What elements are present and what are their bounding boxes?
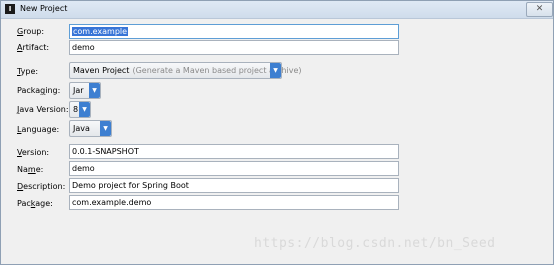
- watermark: https://blog.csdn.net/bn_Seed: [254, 236, 496, 251]
- chevron-down-icon: ▼: [89, 83, 100, 98]
- java-version-dropdown[interactable]: 8 ▼: [69, 101, 91, 118]
- version-label: Version:: [17, 148, 50, 157]
- title-bar: I New Project ✕: [1, 1, 553, 19]
- chevron-down-icon: ▼: [100, 121, 111, 136]
- group-value: com.example: [72, 27, 129, 36]
- name-value: demo: [72, 164, 95, 173]
- name-label: Name:: [17, 165, 44, 174]
- package-value: com.example.demo: [72, 198, 152, 207]
- type-label: Type:: [17, 67, 39, 76]
- java-version-value: 8: [73, 105, 79, 114]
- group-field[interactable]: com.example: [69, 24, 399, 39]
- name-field[interactable]: demo: [69, 161, 399, 176]
- package-label: Package:: [17, 199, 53, 208]
- description-field[interactable]: Demo project for Spring Boot: [69, 178, 399, 193]
- intellij-app-icon: I: [5, 4, 15, 14]
- close-button[interactable]: ✕: [526, 2, 553, 17]
- type-value: Maven Project: [73, 66, 130, 75]
- group-label: Group:: [17, 27, 45, 36]
- chevron-down-icon: ▼: [270, 63, 281, 78]
- packaging-dropdown[interactable]: Jar ▼: [69, 82, 101, 99]
- window-title: New Project: [20, 4, 68, 13]
- description-value: Demo project for Spring Boot: [72, 181, 189, 190]
- packaging-label: Packaging:: [17, 86, 61, 95]
- artifact-field[interactable]: demo: [69, 40, 399, 55]
- type-dropdown[interactable]: Maven Project (Generate a Maven based pro…: [69, 62, 301, 79]
- language-dropdown[interactable]: Java ▼: [69, 120, 112, 137]
- package-field[interactable]: com.example.demo: [69, 195, 399, 210]
- new-project-dialog: I New Project ✕ Group: com.example Artif…: [0, 0, 554, 265]
- version-value: 0.0.1-SNAPSHOT: [72, 147, 139, 156]
- packaging-value: Jar: [73, 86, 84, 95]
- chevron-down-icon: ▼: [79, 102, 90, 117]
- artifact-label: Artifact:: [17, 43, 50, 52]
- artifact-value: demo: [72, 43, 95, 52]
- language-value: Java: [73, 124, 90, 133]
- language-label: Language:: [17, 125, 60, 134]
- version-field[interactable]: 0.0.1-SNAPSHOT: [69, 144, 399, 159]
- java-version-label: Java Version:: [17, 105, 69, 114]
- description-label: Description:: [17, 182, 66, 191]
- close-icon: ✕: [535, 4, 544, 14]
